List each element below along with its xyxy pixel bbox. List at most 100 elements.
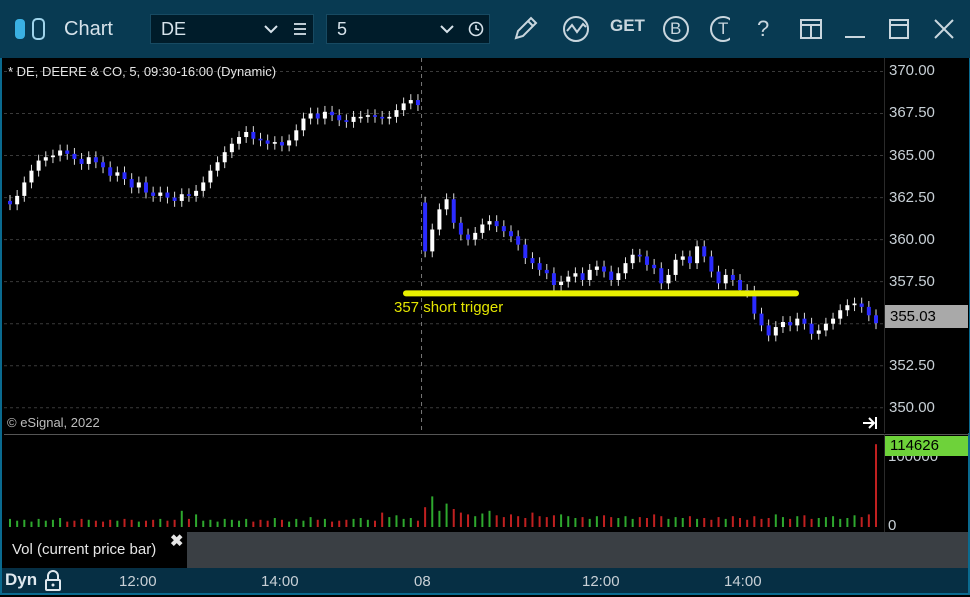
candle-body[interactable] [816, 330, 821, 334]
candle-body[interactable] [265, 140, 270, 144]
candle-body[interactable] [723, 274, 728, 284]
candle-body[interactable] [301, 118, 306, 131]
candle-body[interactable] [322, 111, 327, 119]
candle-body[interactable] [587, 269, 592, 280]
candle-body[interactable] [122, 172, 127, 180]
t-button[interactable]: T [708, 14, 730, 44]
candle-body[interactable] [616, 273, 621, 280]
candle-body[interactable] [716, 271, 721, 284]
candle-body[interactable] [272, 142, 277, 144]
candle-body[interactable] [738, 279, 743, 291]
candle-body[interactable] [172, 197, 177, 201]
candle-body[interactable] [709, 256, 714, 272]
symbol-combo[interactable]: DE [150, 14, 314, 44]
candle-body[interactable] [494, 221, 499, 227]
get-label[interactable]: GET [610, 16, 645, 35]
candle-body[interactable] [258, 138, 263, 141]
candle-body[interactable] [143, 182, 148, 193]
candle-body[interactable] [373, 115, 378, 117]
volume-pane[interactable] [4, 434, 884, 533]
candle-body[interactable] [287, 140, 292, 146]
candle-body[interactable] [859, 303, 864, 307]
candle-body[interactable] [652, 264, 657, 269]
candle-body[interactable] [845, 305, 850, 311]
candle-body[interactable] [537, 263, 542, 270]
candle-body[interactable] [15, 195, 20, 205]
candle-body[interactable] [795, 318, 800, 326]
candle-body[interactable] [559, 281, 564, 286]
candle-body[interactable] [759, 313, 764, 326]
candle-body[interactable] [788, 322, 793, 326]
candle-body[interactable] [666, 274, 671, 284]
candle-body[interactable] [458, 222, 463, 235]
help-label[interactable]: ? [757, 16, 769, 41]
candle-body[interactable] [580, 273, 585, 280]
candle-body[interactable] [809, 323, 814, 334]
list-icon[interactable] [292, 21, 308, 42]
close-volume-button[interactable]: ✖ [170, 531, 183, 551]
candle-body[interactable] [186, 194, 191, 196]
candle-body[interactable] [22, 182, 27, 196]
chevron-down-icon[interactable] [263, 21, 279, 42]
candle-body[interactable] [65, 150, 70, 154]
candle-body[interactable] [201, 182, 206, 191]
candle-body[interactable] [151, 192, 156, 196]
candle-body[interactable] [158, 192, 163, 196]
candle-body[interactable] [244, 131, 249, 138]
candle-body[interactable] [251, 131, 256, 139]
candle-body[interactable] [222, 152, 227, 163]
candle-body[interactable] [466, 234, 471, 240]
candle-body[interactable] [594, 266, 599, 270]
candle-body[interactable] [208, 170, 213, 183]
volume-legend[interactable]: Vol (current price bar) ✖ [4, 532, 187, 568]
candle-body[interactable] [680, 256, 685, 260]
candle-body[interactable] [415, 100, 420, 106]
candle-body[interactable] [473, 232, 478, 240]
candle-body[interactable] [358, 116, 363, 119]
b-label[interactable]: B [670, 19, 681, 39]
candle-body[interactable] [194, 190, 199, 196]
dynamic-label[interactable]: Dyn [5, 570, 37, 590]
candle-body[interactable] [179, 194, 184, 201]
candle-body[interactable] [730, 274, 735, 280]
candle-body[interactable] [609, 271, 614, 280]
candle-body[interactable] [365, 115, 370, 117]
candle-body[interactable] [623, 263, 628, 274]
study-icon[interactable] [561, 14, 591, 44]
candle-body[interactable] [43, 157, 48, 161]
candle-body[interactable] [802, 318, 807, 324]
candle-body[interactable] [687, 256, 692, 264]
maximize-icon[interactable] [884, 14, 914, 44]
candle-body[interactable] [831, 318, 836, 324]
candle-body[interactable] [695, 246, 700, 264]
candle-body[interactable] [101, 162, 106, 168]
scroll-to-end-icon[interactable] [862, 415, 878, 436]
pencil-icon[interactable] [510, 14, 540, 44]
volume-chart[interactable] [4, 435, 884, 533]
candle-body[interactable] [838, 310, 843, 319]
price-pane[interactable] [4, 58, 884, 433]
time-axis[interactable]: Dyn 12:00 14:00 08 12:00 14:00 [2, 568, 968, 593]
minimize-icon[interactable] [840, 14, 870, 44]
candle-body[interactable] [566, 276, 571, 282]
candle-body[interactable] [351, 116, 356, 122]
candle-body[interactable] [108, 167, 113, 176]
candle-body[interactable] [780, 322, 785, 328]
candle-body[interactable] [573, 273, 578, 277]
candle-body[interactable] [602, 266, 607, 272]
candle-body[interactable] [36, 160, 41, 171]
get-button[interactable]: GET [610, 16, 645, 36]
candle-body[interactable] [387, 116, 392, 119]
candle-body[interactable] [380, 116, 385, 119]
candle-body[interactable] [508, 231, 513, 237]
candle-body[interactable] [501, 226, 506, 232]
candle-body[interactable] [516, 236, 521, 245]
candle-body[interactable] [294, 130, 299, 141]
candle-body[interactable] [852, 303, 857, 306]
candle-body[interactable] [115, 172, 120, 176]
candle-body[interactable] [401, 103, 406, 111]
candle-body[interactable] [430, 229, 435, 252]
candle-body[interactable] [480, 224, 485, 233]
candle-body[interactable] [451, 199, 456, 223]
candle-body[interactable] [50, 155, 55, 158]
